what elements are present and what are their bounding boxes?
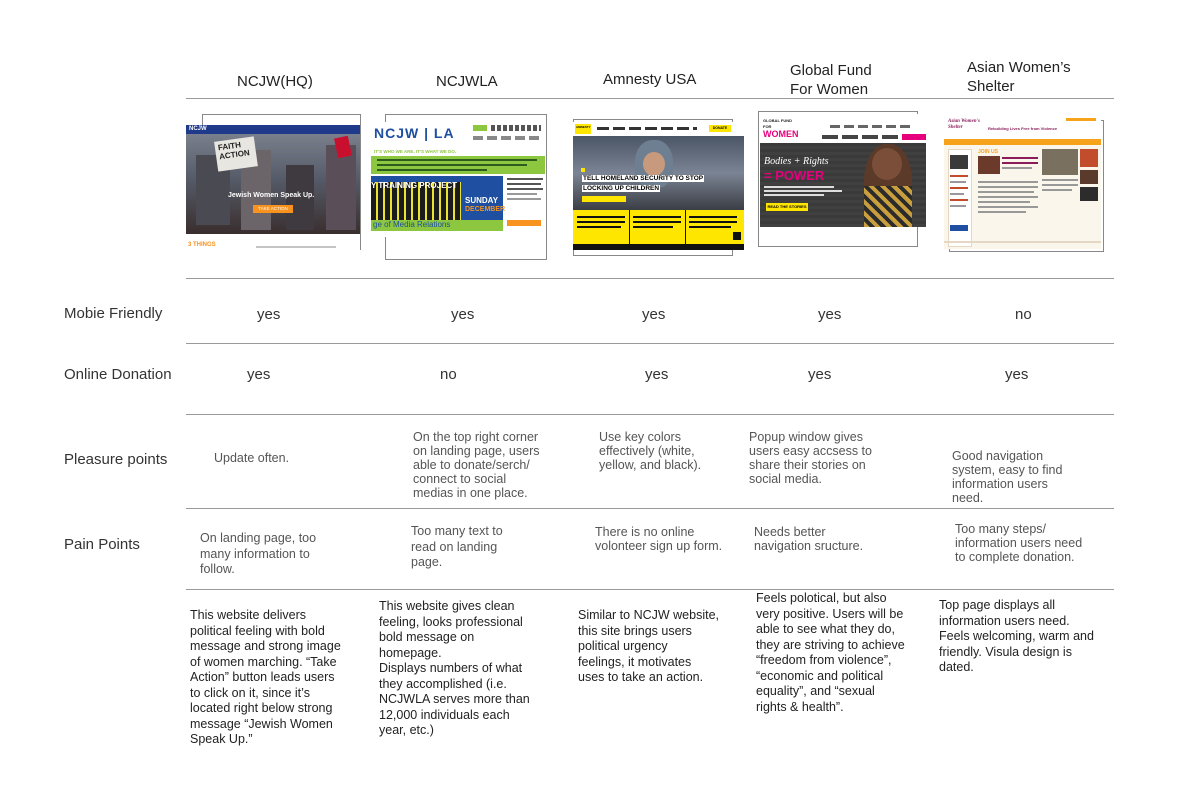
pain-note-aws: Too many steps/ information users need t… xyxy=(955,522,1083,564)
pleasure-note-gfw: Popup window gives users easy accsess to… xyxy=(749,430,872,486)
row-label-pain-points: Pain Points xyxy=(64,536,140,553)
amnesty-headline-2: LOCKING UP CHILDREN xyxy=(582,185,661,192)
column-header-aws: Asian Women’s Shelter xyxy=(967,58,1071,96)
mobile-value-aws: no xyxy=(1015,306,1032,323)
mobile-value-amnesty: yes xyxy=(642,306,666,323)
column-header-aws-line1: Asian Women’s xyxy=(967,59,1071,76)
mobile-value-ncjw: yes xyxy=(257,306,281,323)
gfw-thumbnail: GLOBAL FUND FOR WOMEN Bodies + Rights = … xyxy=(760,114,926,227)
description-aws: Top page displays all information users … xyxy=(939,598,1094,674)
description-gfw: Feels polotical, but also very positive.… xyxy=(756,591,905,714)
column-header-gfw: Global Fund For Women xyxy=(790,61,872,99)
rule-pleasure xyxy=(186,508,1114,509)
ncjw-take-action-button[interactable]: TAKE ACTION xyxy=(253,205,293,213)
column-header-ncjwla: NCJWLA xyxy=(436,73,498,90)
gfw-logo: GLOBAL FUND FOR WOMEN xyxy=(763,118,799,139)
amnesty-donate-button[interactable]: DONATE xyxy=(709,125,731,132)
pain-note-gfw: Needs better navigation sructure. xyxy=(754,525,864,553)
rule-header xyxy=(186,98,1114,99)
donation-value-gfw: yes xyxy=(808,366,832,383)
ncjwla-side-sunday: SUNDAY xyxy=(465,196,499,205)
ncjw-thumbnail: NCJW FAITH ACTION Jewish Women Speak Up.… xyxy=(186,125,360,253)
rule-pain xyxy=(186,589,1114,590)
column-header-gfw-line1: Global Fund xyxy=(790,62,872,79)
ncjwla-banner-media: ge of Media Relations xyxy=(373,220,451,229)
ncjwla-logo: NCJW | LA xyxy=(374,125,455,141)
amnesty-headline-1: TELL HOMELAND SECURITY TO STOP xyxy=(582,175,705,182)
gfw-headline-power: = POWER xyxy=(764,168,825,183)
ncjw-logo: NCJW xyxy=(189,126,207,132)
pleasure-note-aws: Good navigation system, easy to find inf… xyxy=(952,449,1063,505)
ncjwla-banner-training: Y TRAINING PROJECT xyxy=(371,181,458,190)
aws-banner: Rebuilding Lives Free from Violence xyxy=(988,126,1058,131)
aws-logo: Asian Women's Shelter xyxy=(948,119,980,130)
donation-value-amnesty: yes xyxy=(645,366,669,383)
row-label-mobile-friendly: Mobie Friendly xyxy=(64,305,163,322)
pleasure-note-ncjwla: On the top right corner on landing page,… xyxy=(413,430,540,500)
column-header-aws-line2: Shelter xyxy=(967,78,1015,95)
ncjwla-tagline: IT'S WHO WE ARE. IT'S WHAT WE DO. xyxy=(374,149,457,154)
rule-mobile xyxy=(186,343,1114,344)
ncjwla-thumbnail: NCJW | LA IT'S WHO WE ARE. IT'S WHAT WE … xyxy=(371,122,545,237)
rule-donation xyxy=(186,414,1114,415)
mobile-value-gfw: yes xyxy=(818,306,842,323)
column-header-gfw-line2: For Women xyxy=(790,81,869,98)
description-ncjwla: This website gives clean feeling, looks … xyxy=(379,599,530,737)
column-header-ncjw: NCJW(HQ) xyxy=(237,73,313,90)
gfw-headline-bodies: Bodies + Rights xyxy=(764,156,829,167)
column-header-amnesty: Amnesty USA xyxy=(603,71,697,88)
donation-value-ncjw: yes xyxy=(247,366,271,383)
pleasure-note-ncjw: Update often. xyxy=(214,451,290,465)
description-ncjw: This website delivers political feeling … xyxy=(190,608,341,746)
pain-note-ncjw: On landing page, too many information to… xyxy=(200,531,317,576)
amnesty-logo: AMNESTY xyxy=(575,124,591,134)
ncjw-footer-3things: 3 THINGS xyxy=(188,242,216,248)
pain-note-ncjwla: Too many text to read on landing page. xyxy=(411,524,503,569)
amnesty-thumbnail: AMNESTY DONATE TELL HOMELAND SECURITY TO… xyxy=(573,122,744,250)
pleasure-note-amnesty: Use key colors effectively (white, yello… xyxy=(599,430,702,472)
ncjwla-side-december: DECEMBER xyxy=(465,206,506,213)
donation-value-aws: yes xyxy=(1005,366,1029,383)
aws-thumbnail: Asian Women's Shelter Rebuilding Lives F… xyxy=(944,115,1101,249)
description-amnesty: Similar to NCJW website, this site bring… xyxy=(578,608,719,684)
donation-value-ncjwla: no xyxy=(440,366,457,383)
pain-note-amnesty: There is no online volonteer sign up for… xyxy=(595,525,723,553)
aws-join-us: JOIN US xyxy=(978,149,999,155)
row-label-pleasure-points: Pleasure points xyxy=(64,451,168,468)
gfw-read-stories-button[interactable]: READ THE STORIES xyxy=(766,203,808,211)
mobile-value-ncjwla: yes xyxy=(451,306,475,323)
ncjw-tagline: Jewish Women Speak Up. xyxy=(228,192,315,199)
row-label-online-donation: Online Donation xyxy=(64,366,172,383)
rule-thumbnails xyxy=(186,278,1114,279)
